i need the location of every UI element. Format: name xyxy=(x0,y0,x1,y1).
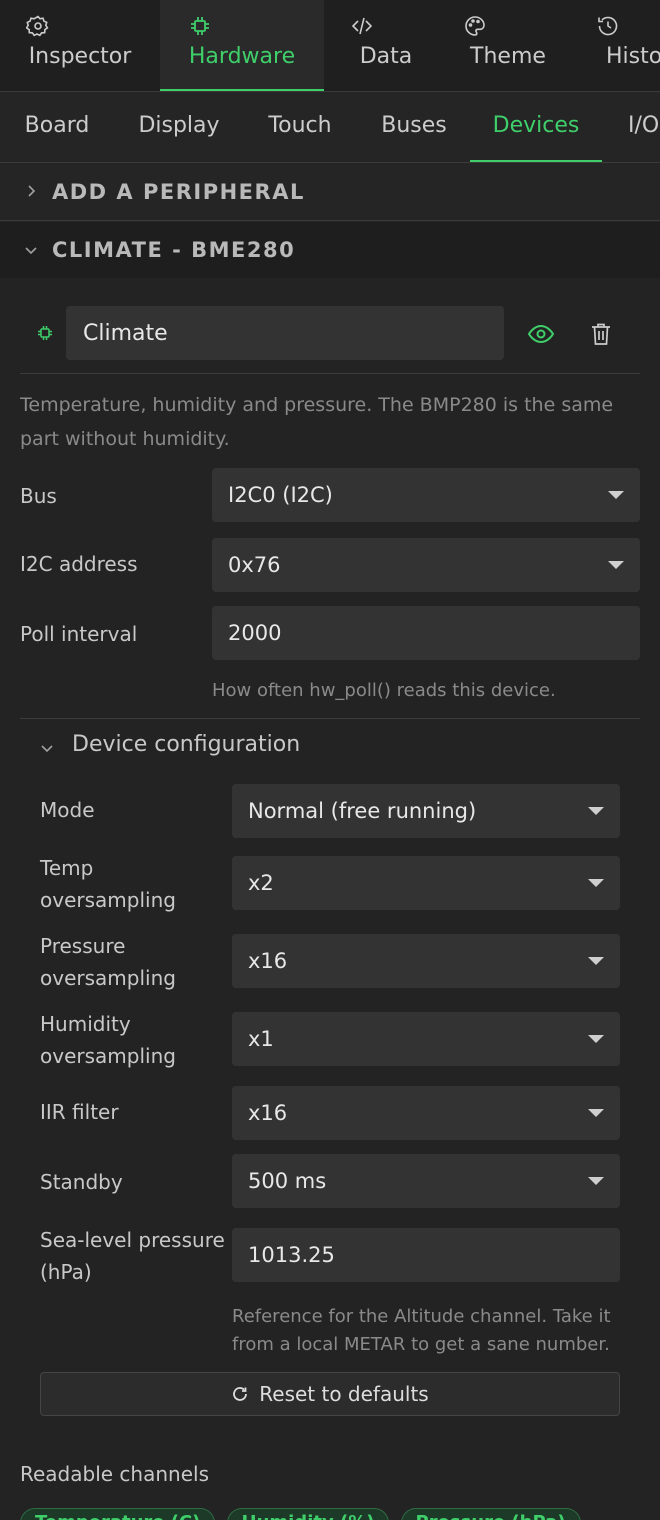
tab-data-label: Data xyxy=(359,44,413,69)
humidity-oversampling-label: Humidity oversampling xyxy=(40,1008,176,1072)
subtab-board[interactable]: Board xyxy=(0,93,114,162)
poll-interval-hint: How often hw_poll() reads this device. xyxy=(212,680,556,701)
tab-inspector[interactable]: Inspector xyxy=(0,0,160,91)
divider xyxy=(20,373,640,374)
subtab-devices[interactable]: Devices xyxy=(470,93,602,162)
mode-value: Normal (free running) xyxy=(248,799,477,823)
poll-interval-input[interactable] xyxy=(212,606,640,660)
caret-down-icon xyxy=(588,1177,604,1185)
channel-chips: Temperature (C) Humidity (%) Pressure (h… xyxy=(20,1508,587,1520)
temp-oversampling-value: x2 xyxy=(248,871,274,895)
address-select[interactable]: 0x76 xyxy=(212,538,640,592)
channel-chip[interactable]: Pressure (hPa) xyxy=(400,1508,581,1520)
caret-down-icon xyxy=(588,807,604,815)
sub-tab-bar: Board Display Touch Buses Devices I/O xyxy=(0,93,660,163)
readable-channels-title: Readable channels xyxy=(20,1462,209,1486)
code-icon xyxy=(351,17,373,35)
caret-down-icon xyxy=(608,561,624,569)
caret-down-icon xyxy=(588,879,604,887)
device-section-title: CLIMATE - BME280 xyxy=(52,238,296,262)
device-description: Temperature, humidity and pressure. The … xyxy=(20,394,614,450)
refresh-icon xyxy=(233,1387,248,1401)
tab-hardware-label: Hardware xyxy=(188,44,296,69)
address-value: 0x76 xyxy=(228,553,281,577)
channel-chip[interactable]: Humidity (%) xyxy=(226,1508,390,1520)
reset-to-defaults-label: Reset to defaults xyxy=(259,1382,429,1406)
device-config-title: Device configuration xyxy=(72,732,301,757)
pressure-oversampling-select[interactable]: x16 xyxy=(232,934,620,988)
tab-history[interactable]: Histo xyxy=(568,0,660,91)
bus-label: Bus xyxy=(20,484,57,508)
humidity-oversampling-select[interactable]: x1 xyxy=(232,1012,620,1066)
bus-value: I2C0 (I2C) xyxy=(228,483,333,507)
address-label: I2C address xyxy=(20,552,138,576)
temp-oversampling-select[interactable]: x2 xyxy=(232,856,620,910)
pressure-oversampling-label: Pressure oversampling xyxy=(40,930,176,994)
history-icon xyxy=(598,16,618,36)
sea-level-pressure-hint-line2: from a local METAR to get a sane number. xyxy=(232,1334,610,1355)
sea-level-pressure-label-line2: (hPa) xyxy=(40,1260,92,1284)
poll-interval-label: Poll interval xyxy=(20,622,138,646)
tab-inspector-label: Inspector xyxy=(28,44,132,69)
temp-oversampling-label-line2: oversampling xyxy=(40,888,176,912)
caret-down-icon xyxy=(588,957,604,965)
divider xyxy=(20,718,640,719)
add-peripheral-title: ADD A PERIPHERAL xyxy=(52,180,305,204)
mode-label: Mode xyxy=(40,798,95,822)
caret-down-icon xyxy=(608,491,624,499)
tab-history-label: Histo xyxy=(606,44,660,69)
reset-to-defaults-button[interactable]: Reset to defaults xyxy=(40,1372,620,1416)
chevron-down-icon xyxy=(41,745,53,753)
humidity-oversampling-label-line2: oversampling xyxy=(40,1044,176,1068)
temp-oversampling-label: Temp oversampling xyxy=(40,852,176,916)
chevron-right-icon xyxy=(28,185,36,197)
chevron-down-icon xyxy=(25,247,37,255)
mode-select[interactable]: Normal (free running) xyxy=(232,784,620,838)
caret-down-icon xyxy=(588,1035,604,1043)
subtab-io[interactable]: I/O xyxy=(618,93,660,162)
sea-level-pressure-label-line1: Sea-level pressure xyxy=(40,1228,225,1252)
device-section-header[interactable]: CLIMATE - BME280 xyxy=(0,222,660,279)
gear-icon xyxy=(26,15,49,37)
humidity-oversampling-value: x1 xyxy=(248,1027,274,1051)
pressure-oversampling-value: x16 xyxy=(248,949,288,973)
chip-icon xyxy=(191,17,209,35)
subtab-buses[interactable]: Buses xyxy=(366,93,462,162)
bus-select[interactable]: I2C0 (I2C) xyxy=(212,468,640,522)
chip-icon xyxy=(38,326,52,340)
sea-level-pressure-hint: Reference for the Altitude channel. Take… xyxy=(232,1303,611,1359)
tab-hardware[interactable]: Hardware xyxy=(160,0,324,91)
standby-select[interactable]: 500 ms xyxy=(232,1154,620,1208)
tab-theme-label: Theme xyxy=(470,44,546,69)
temp-oversampling-label-line1: Temp xyxy=(40,856,94,880)
eye-icon[interactable] xyxy=(527,320,555,348)
standby-value: 500 ms xyxy=(248,1169,327,1193)
sea-level-pressure-input[interactable] xyxy=(232,1228,620,1282)
palette-icon xyxy=(465,16,485,36)
tab-theme[interactable]: Theme xyxy=(448,0,568,91)
top-tab-bar: Inspector Hardware Data Theme Histo xyxy=(0,0,660,92)
device-name-input[interactable] xyxy=(66,306,504,360)
subtab-display[interactable]: Display xyxy=(124,93,234,162)
iir-filter-label: IIR filter xyxy=(40,1100,119,1124)
sea-level-pressure-hint-line1: Reference for the Altitude channel. Take… xyxy=(232,1306,611,1327)
iir-filter-select[interactable]: x16 xyxy=(232,1086,620,1140)
tab-data[interactable]: Data xyxy=(324,0,448,91)
humidity-oversampling-label-line1: Humidity xyxy=(40,1012,131,1036)
subtab-touch[interactable]: Touch xyxy=(250,93,350,162)
channel-chip[interactable]: Temperature (C) xyxy=(20,1508,216,1520)
pressure-oversampling-label-line2: oversampling xyxy=(40,966,176,990)
trash-icon[interactable] xyxy=(587,320,615,348)
pressure-oversampling-label-line1: Pressure xyxy=(40,934,126,958)
sea-level-pressure-label: Sea-level pressure (hPa) xyxy=(40,1224,225,1288)
caret-down-icon xyxy=(588,1109,604,1117)
standby-label: Standby xyxy=(40,1170,123,1194)
add-peripheral-header[interactable]: ADD A PERIPHERAL xyxy=(0,164,660,221)
iir-filter-value: x16 xyxy=(248,1101,288,1125)
